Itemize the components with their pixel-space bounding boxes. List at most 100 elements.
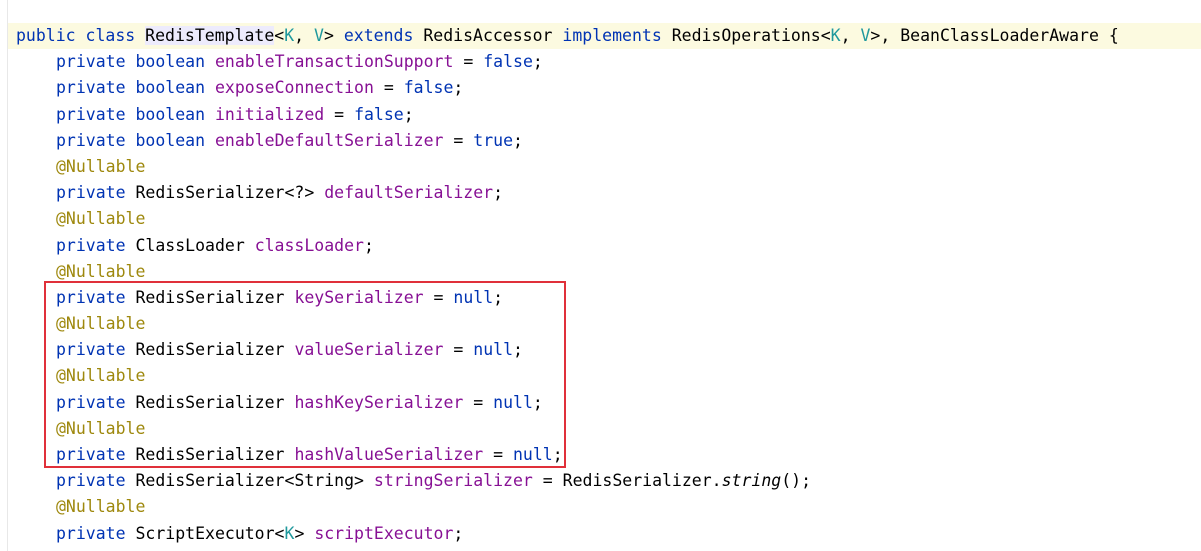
code-token: RedisSerializer<String> [125, 471, 374, 491]
keyword-token: private [56, 130, 126, 150]
keyword-token: private [56, 78, 126, 98]
code-editor[interactable]: public class RedisTemplate<K, V> extends… [0, 0, 1201, 551]
code-text-area[interactable]: public class RedisTemplate<K, V> extends… [16, 23, 1119, 547]
code-line[interactable]: private boolean exposeConnection = false… [16, 75, 1119, 101]
code-token: = RedisSerializer. [532, 471, 722, 491]
code-token: > [323, 26, 344, 45]
code-token: RedisSerializer [125, 392, 295, 412]
code-token: ; [513, 130, 523, 150]
code-line[interactable]: private RedisSerializer keySerializer = … [16, 285, 1119, 311]
type-parameter-token: V [314, 26, 324, 45]
code-token: ScriptExecutor< [125, 523, 285, 543]
field-name-token: stringSerializer [373, 471, 533, 491]
field-name-token: exposeConnection [214, 78, 374, 98]
code-token: ; [532, 392, 543, 412]
keyword-token: private [56, 523, 126, 543]
code-token: ; [552, 445, 563, 464]
type-parameter-token: K [284, 523, 295, 543]
code-line[interactable]: private boolean initialized = false; [16, 102, 1119, 128]
keyword-token: class [85, 26, 136, 45]
keyword-token: private [56, 287, 126, 307]
keyword-token: false [403, 78, 454, 98]
keyword-token: true [473, 130, 514, 150]
code-line[interactable]: private ClassLoader classLoader; [16, 233, 1119, 259]
code-line[interactable]: private boolean enableTransactionSupport… [16, 49, 1119, 75]
code-token: ClassLoader [125, 235, 255, 255]
code-token: >, BeanClassLoaderAware { [870, 26, 1119, 45]
keyword-token: null [493, 392, 533, 412]
code-token: = [373, 78, 404, 98]
type-parameter-token: V [860, 26, 871, 45]
code-line[interactable]: @Nullable [16, 494, 1119, 520]
field-name-token: hashKeySerializer [294, 392, 464, 412]
code-token: ; [532, 52, 543, 72]
annotation-token: @Nullable [56, 261, 146, 281]
code-token: = [443, 340, 474, 360]
field-name-token: hashValueSerializer [294, 445, 484, 464]
code-line[interactable]: private boolean enableDefaultSerializer … [16, 128, 1119, 154]
keyword-token: null [473, 340, 514, 360]
code-token: ; [403, 104, 414, 124]
keyword-token: private [56, 104, 126, 124]
code-token: RedisSerializer<?> [125, 183, 325, 203]
code-token: = [324, 104, 355, 124]
keyword-token: null [513, 445, 553, 464]
keyword-token: boolean [135, 52, 206, 72]
keyword-token: private [56, 471, 126, 491]
annotation-token: @Nullable [56, 314, 146, 334]
code-token: string [721, 471, 782, 491]
annotation-token: @Nullable [56, 366, 146, 386]
code-line[interactable]: @Nullable [16, 311, 1119, 337]
field-name-token: keySerializer [294, 287, 424, 307]
field-name-token: enableDefaultSerializer [214, 130, 444, 150]
type-parameter-token: K [284, 26, 295, 45]
keyword-token: false [483, 52, 533, 72]
keyword-token: extends [343, 26, 414, 45]
code-token: = [463, 392, 494, 412]
code-token: RedisSerializer [125, 340, 295, 360]
code-line[interactable]: private ScriptExecutor<K> scriptExecutor… [16, 521, 1119, 547]
code-line[interactable]: @Nullable [16, 154, 1119, 180]
code-token: RedisSerializer [125, 445, 295, 464]
code-token: = [443, 130, 474, 150]
annotation-token: @Nullable [56, 209, 146, 229]
code-token: (); [781, 471, 812, 491]
code-line[interactable]: @Nullable [16, 363, 1119, 389]
field-name-token: enableTransactionSupport [214, 52, 454, 72]
keyword-token: public [16, 26, 76, 45]
code-line[interactable]: @Nullable [16, 416, 1119, 442]
code-line[interactable]: @Nullable [16, 259, 1119, 285]
field-name-token: scriptExecutor [314, 523, 454, 543]
code-line[interactable]: private RedisSerializer<?> defaultSerial… [16, 180, 1119, 206]
gutter-divider [7, 0, 8, 551]
code-line[interactable]: @Nullable [16, 206, 1119, 232]
code-token: < [274, 26, 285, 45]
code-line[interactable]: private RedisSerializer hashKeySerialize… [16, 390, 1119, 416]
code-line[interactable]: public class RedisTemplate<K, V> extends… [16, 23, 1119, 49]
code-token: = [453, 52, 484, 72]
code-token: RedisSerializer [125, 287, 295, 307]
code-token: RedisTemplate [145, 26, 275, 45]
code-token: ; [513, 340, 523, 360]
annotation-token: @Nullable [56, 497, 146, 517]
code-line[interactable]: private RedisSerializer<String> stringSe… [16, 468, 1119, 494]
keyword-token: boolean [135, 130, 206, 150]
code-token: > [294, 523, 315, 543]
code-token: = [423, 287, 454, 307]
code-line[interactable]: private RedisSerializer hashValueSeriali… [16, 442, 1119, 468]
code-token: RedisOperations< [661, 26, 831, 45]
keyword-token: boolean [135, 104, 206, 124]
code-line[interactable]: private RedisSerializer valueSerializer … [16, 337, 1119, 363]
field-name-token: initialized [214, 104, 325, 124]
code-token: RedisAccessor [413, 26, 563, 45]
